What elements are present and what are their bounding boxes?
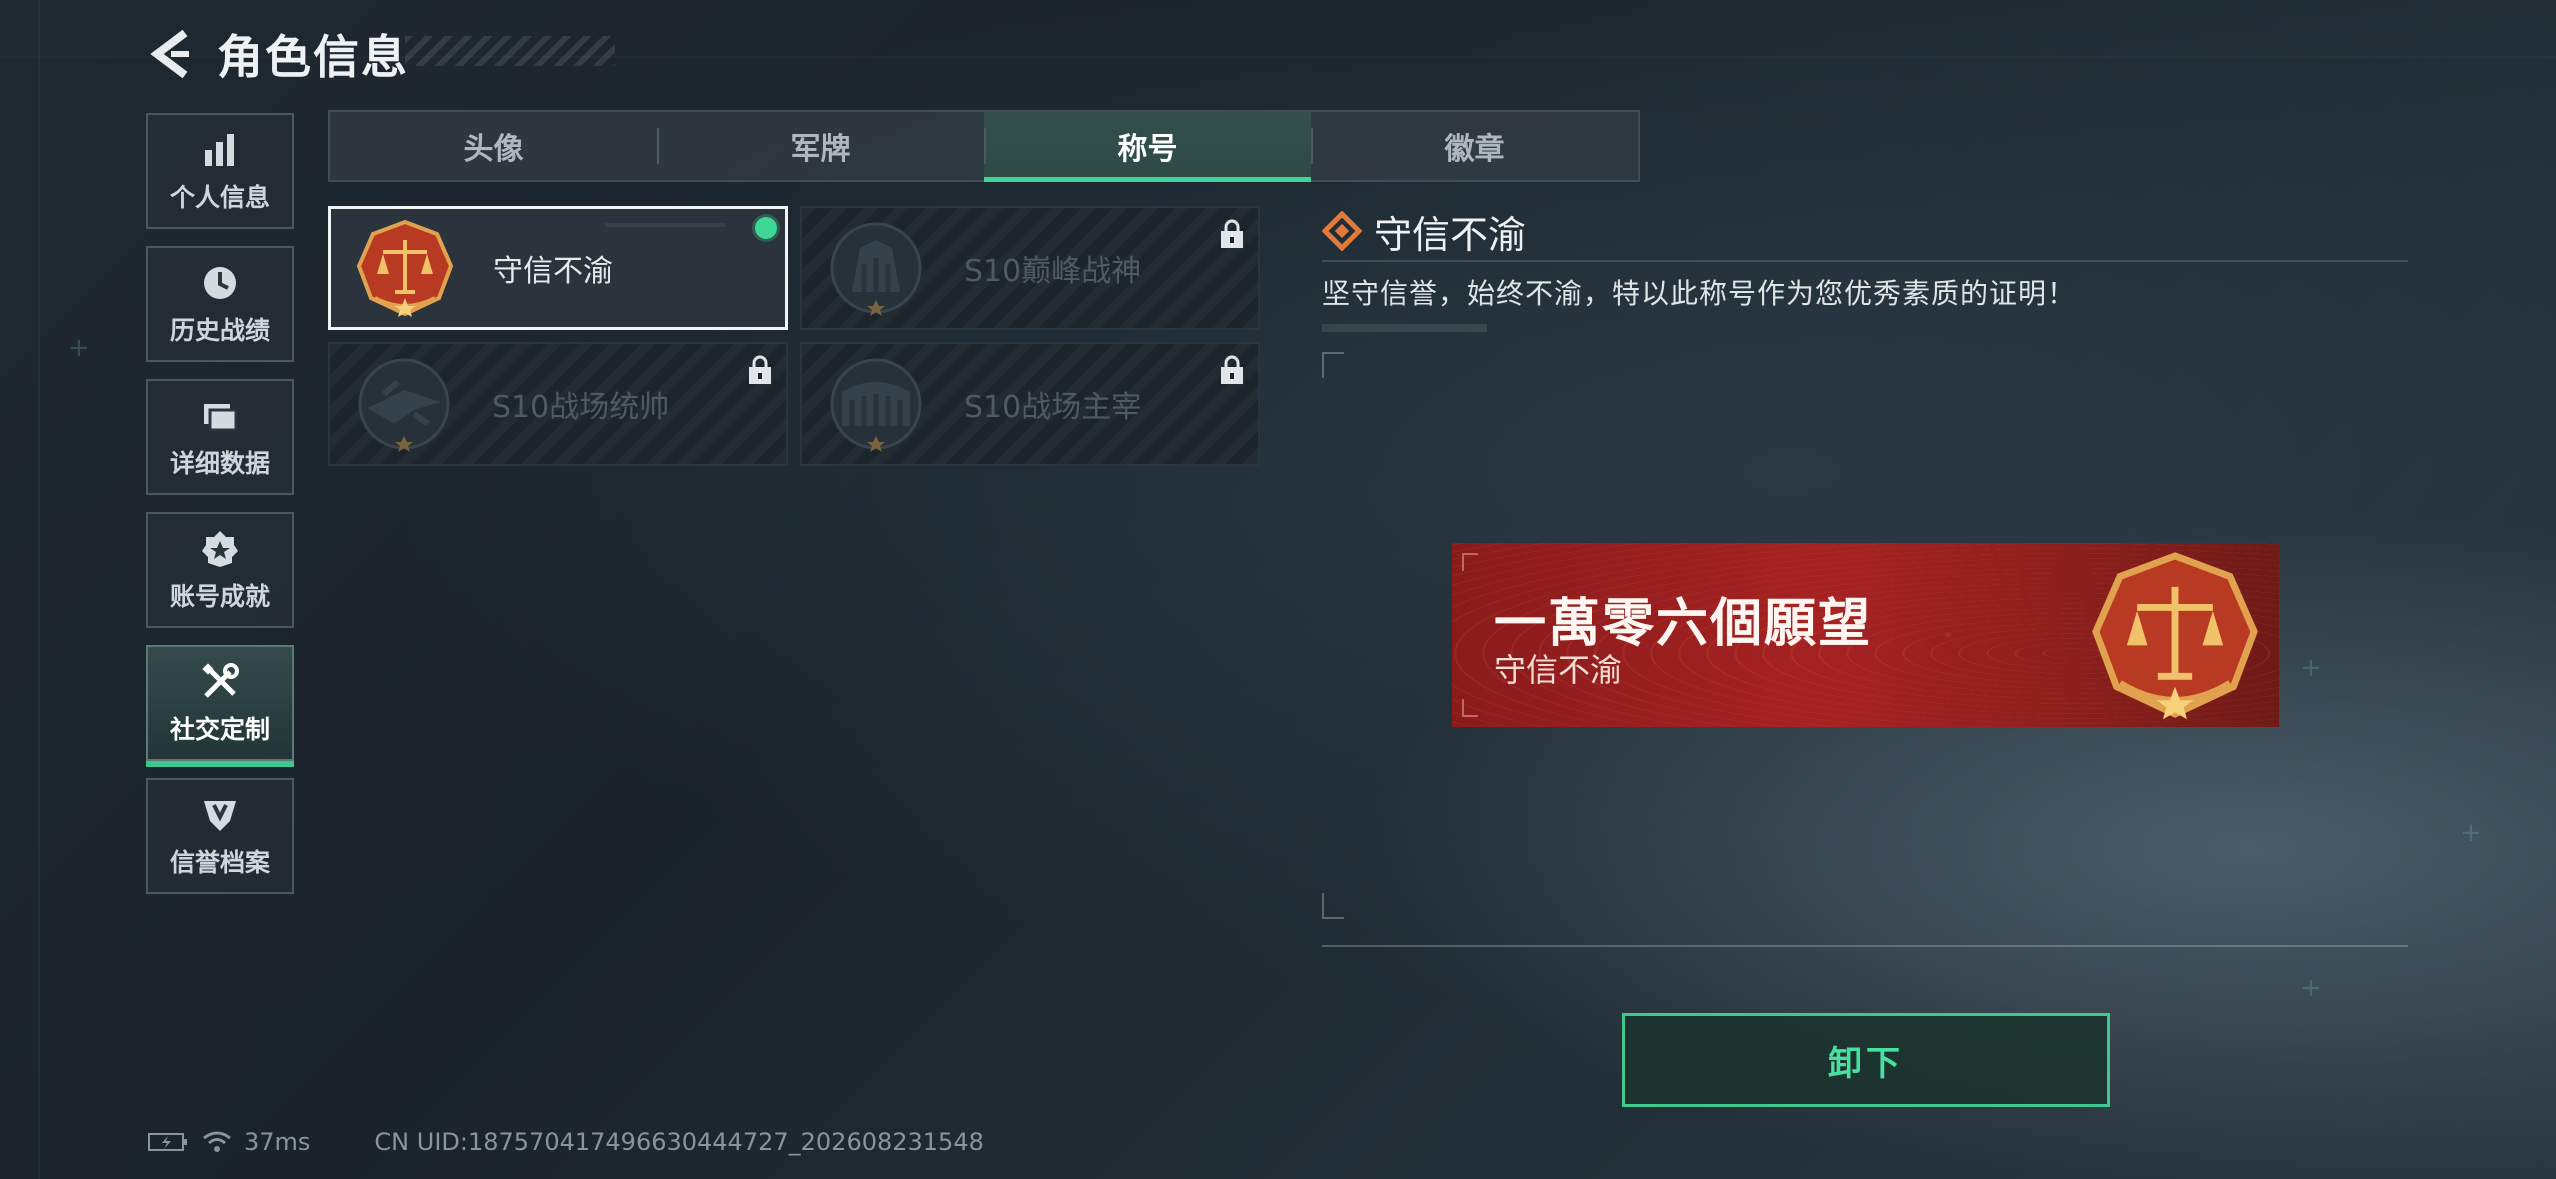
sidebar-item-label: 历史战绩: [169, 316, 270, 345]
battery-icon: [148, 1133, 187, 1151]
sidebar-item-label: 账号成就: [169, 582, 270, 611]
bar-chart-icon: [198, 128, 242, 172]
clock-icon: [198, 261, 242, 305]
banner-corner: [1462, 553, 1478, 571]
category-tabs: 头像 军牌 称号 徽章: [328, 110, 1640, 182]
sidebar-item-personal-info[interactable]: 个人信息: [146, 113, 294, 229]
chevron-left-icon: [150, 29, 189, 79]
sidebar-item-label: 信誉档案: [169, 848, 270, 877]
sidebar-item-label: 社交定制: [169, 715, 270, 744]
sidebar-item-credit-record[interactable]: 信誉档案: [146, 778, 294, 894]
detail-title: 守信不渝: [1374, 212, 1527, 257]
sidebar-item-achievements[interactable]: 账号成就: [146, 512, 294, 628]
title-card[interactable]: S10战场统帅: [328, 342, 788, 466]
bg-cross-mark: +: [68, 333, 90, 363]
back-button[interactable]: [145, 24, 197, 84]
title-card[interactable]: S10巅峰战神: [800, 206, 1260, 330]
card-decoration: [605, 223, 725, 227]
side-nav: 个人信息 历史战绩 详细数据 账号成就 社交定制 信誉档案: [146, 113, 296, 911]
diamond-icon: [1322, 211, 1362, 251]
tab-badge[interactable]: 徽章: [1311, 112, 1638, 180]
page-header: 角色信息: [145, 22, 409, 86]
title-card[interactable]: 守信不渝: [328, 206, 788, 330]
divider: [1322, 260, 2408, 262]
detail-subline: [1322, 324, 1487, 332]
bg-cross-mark: +: [2300, 973, 2322, 1003]
scales-emblem-icon: [353, 216, 457, 320]
card-label: S10巅峰战神: [964, 254, 1142, 289]
bg-cross-mark: +: [2460, 818, 2482, 848]
tab-dog-tag[interactable]: 军牌: [657, 112, 984, 180]
tab-title[interactable]: 称号: [984, 112, 1311, 182]
fortress-emblem-icon: [824, 216, 928, 320]
unequip-button[interactable]: 卸下: [1622, 1013, 2110, 1107]
scales-emblem-icon: [2092, 552, 2258, 720]
tab-avatar[interactable]: 头像: [330, 112, 657, 180]
title-card[interactable]: S10战场主宰: [800, 342, 1260, 466]
title-preview-banner: 一萬零六個願望 守信不渝: [1452, 543, 2279, 727]
folder-icon: [198, 394, 242, 438]
user-uid: CN UID:18757041749663044472​7_2026082315…: [374, 1128, 984, 1156]
card-label: S10战场主宰: [964, 390, 1142, 425]
title-detail-panel: 守信不渝 坚守信誉，始终不渝，特以此称号作为您优秀素质的证明！: [1322, 206, 2408, 332]
page-title: 角色信息: [217, 30, 409, 84]
lock-icon: [1221, 355, 1243, 384]
sidebar-item-label: 个人信息: [169, 183, 270, 212]
card-label: S10战场统帅: [492, 390, 670, 425]
sidebar-item-social-custom[interactable]: 社交定制: [146, 645, 294, 767]
colosseum-emblem-icon: [824, 352, 928, 456]
wifi-icon: [203, 1131, 231, 1152]
lock-icon: [1221, 219, 1243, 248]
frame-corner: [1322, 893, 1344, 919]
aircraft-emblem-icon: [352, 352, 456, 456]
shield-badge-icon: [198, 793, 242, 837]
ping-value: 37ms: [244, 1128, 311, 1156]
equipped-indicator: [755, 217, 777, 239]
banner-title-text: 守信不渝: [1494, 651, 1623, 689]
sidebar-item-match-history[interactable]: 历史战绩: [146, 246, 294, 362]
frame-corner: [1322, 352, 1344, 378]
detail-description: 坚守信誉，始终不渝，特以此称号作为您优秀素质的证明！: [1322, 277, 2077, 310]
sidebar-item-label: 详细数据: [169, 449, 270, 478]
medal-icon: [198, 527, 242, 571]
status-bar: 37ms CN UID:18757041749663044472​7_20260…: [148, 1128, 984, 1156]
card-label: 守信不渝: [493, 254, 613, 289]
divider: [1322, 945, 2408, 947]
wrench-icon: [198, 660, 242, 704]
detail-header: 守信不渝: [1322, 206, 2408, 257]
sidebar-item-detailed-data[interactable]: 详细数据: [146, 379, 294, 495]
banner-corner: [1462, 699, 1478, 717]
unequip-button-label: 卸下: [1828, 1043, 1904, 1084]
lock-icon: [749, 355, 771, 384]
bg-cross-mark: +: [2300, 653, 2322, 683]
bg-grid-line: [38, 0, 40, 1179]
title-card-grid: 守信不渝 S10巅峰战神 S10战场统帅 S10战场主宰: [328, 206, 1260, 466]
title-decoration: [405, 36, 615, 66]
